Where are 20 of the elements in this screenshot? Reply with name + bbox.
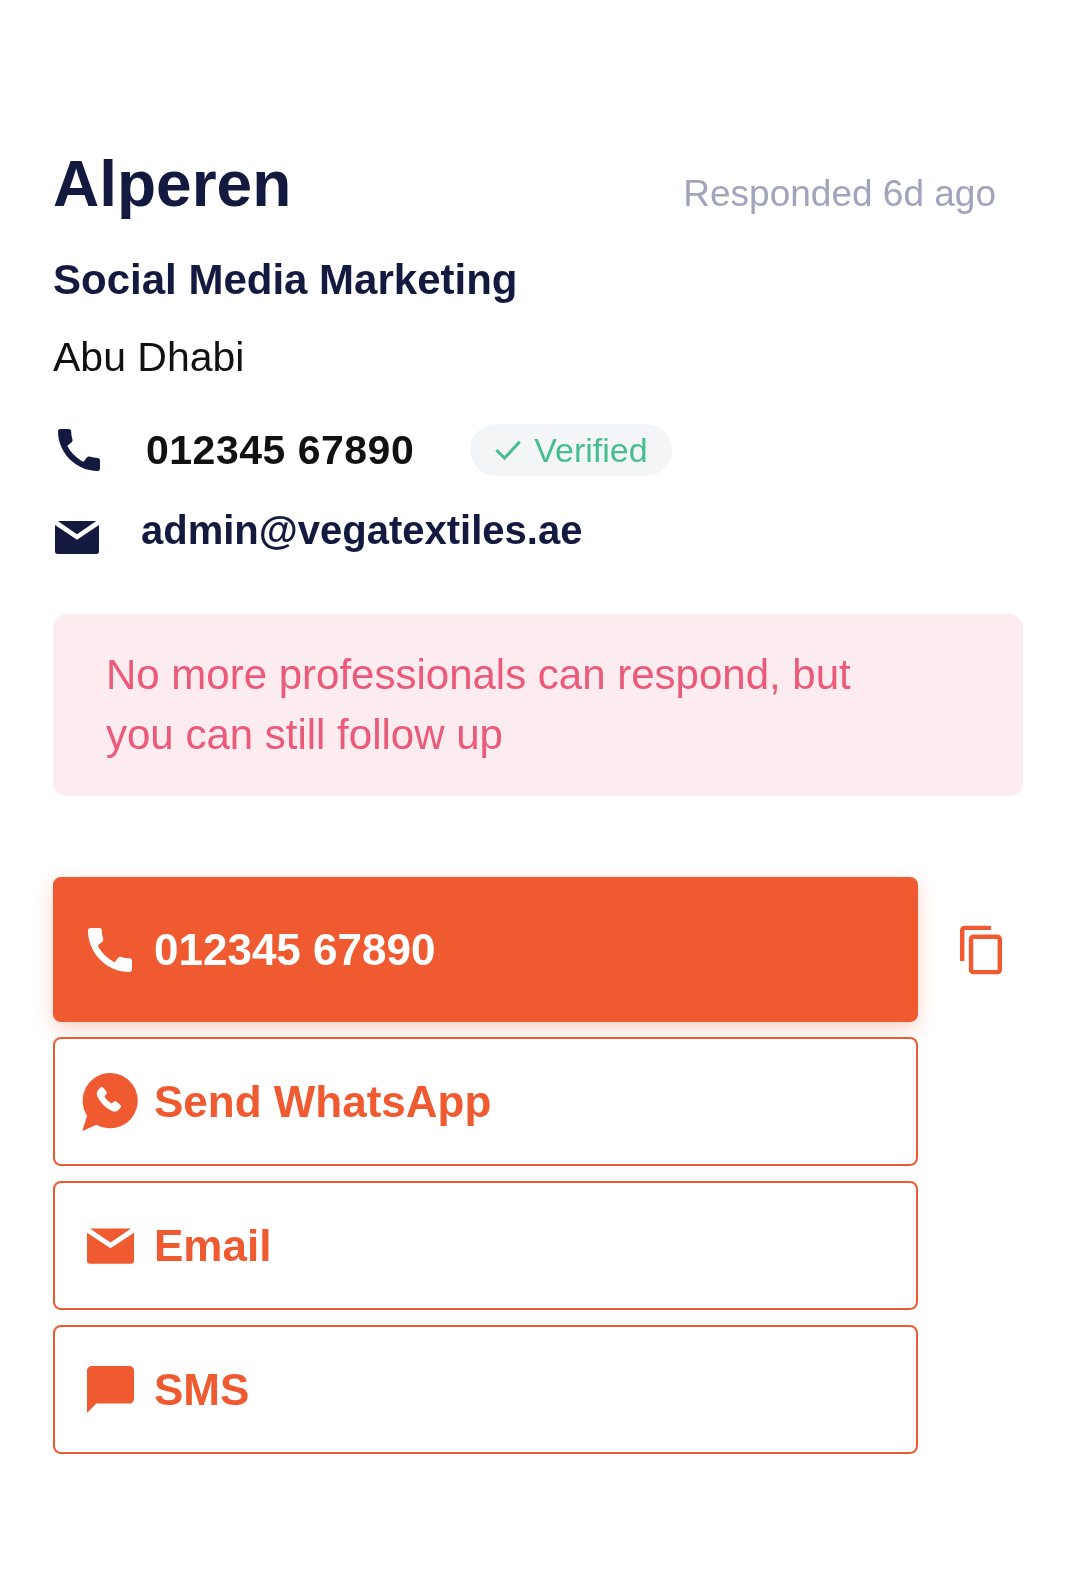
- notice-text: No more professionals can respond, but you can still follow up: [106, 650, 852, 761]
- copy-icon[interactable]: [960, 924, 1002, 975]
- contact-name: Alperen: [53, 147, 292, 222]
- location-text: Abu Dhabi: [53, 333, 246, 383]
- email-button[interactable]: Email: [53, 1181, 918, 1311]
- response-status: Responded 6d ago: [683, 173, 996, 215]
- call-button[interactable]: 012345 67890: [53, 877, 918, 1023]
- phone-icon: [58, 429, 100, 472]
- check-icon: [494, 438, 523, 463]
- chat-bubble-icon: [86, 1366, 134, 1414]
- envelope-icon: [55, 520, 99, 554]
- phone-icon: [88, 927, 132, 972]
- email-address: admin@vegatextiles.ae: [141, 507, 583, 553]
- whatsapp-button[interactable]: Send WhatsApp: [53, 1037, 918, 1167]
- service-title: Social Media Marketing: [53, 254, 519, 305]
- chat-phone-icon: [82, 1072, 138, 1131]
- envelope-icon: [86, 1227, 134, 1264]
- phone-number: 012345 67890: [146, 426, 415, 474]
- verified-label: Verified: [534, 430, 648, 470]
- sms-button[interactable]: SMS: [53, 1325, 918, 1455]
